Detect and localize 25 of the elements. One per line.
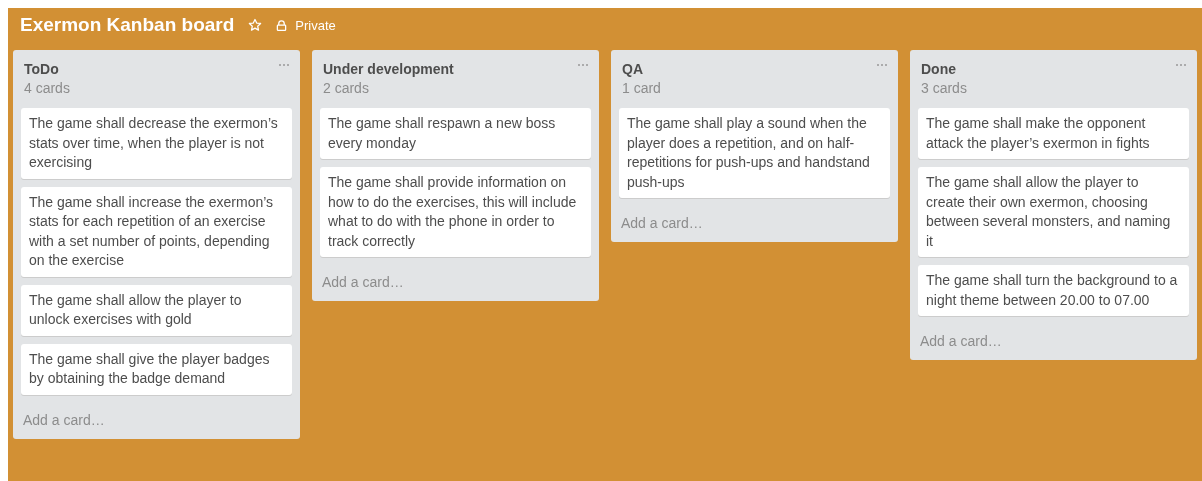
task-card[interactable]: The game shall give the player badges by obtaining the badge demand <box>21 343 292 395</box>
task-card[interactable]: The game shall provide information on how to do the exercises, this will include what to do with the phone in order to track correctly <box>320 167 591 257</box>
card-count: 2 cards <box>323 79 370 98</box>
board-title: Exermon Kanban board <box>20 14 235 36</box>
task-card[interactable]: The game shall play a sound when the player does a repetition, and on half-repetitions for push-ups and handstand push-ups <box>619 108 890 198</box>
list-title: ToDo <box>24 60 59 78</box>
task-card[interactable]: The game shall increase the exermon’s stats for each repetition of an exercise with a set number of points, depending on the exercise <box>21 186 292 277</box>
more-icon[interactable] <box>1175 63 1187 67</box>
list-title: Done <box>921 60 956 78</box>
star-icon[interactable] <box>248 18 263 32</box>
card-count: 4 cards <box>24 79 71 98</box>
card-count: 3 cards <box>921 79 968 98</box>
task-card[interactable]: The game shall respawn a new boss every monday <box>320 108 591 159</box>
task-card[interactable]: The game shall turn the background to a night theme between 20.00 to 07.00 <box>918 265 1189 316</box>
task-card[interactable]: The game shall decrease the exermon’s stats over time, when the player is not exercising <box>21 108 292 179</box>
task-card[interactable]: The game shall make the opponent attack the player’s exermon in fights <box>918 108 1189 159</box>
task-card[interactable]: The game shall allow the player to create their own exermon, choosing between several monsters, and naming it <box>918 167 1189 257</box>
list-title: Under development <box>323 60 454 78</box>
card-count: 1 card <box>622 79 662 98</box>
more-icon[interactable] <box>278 63 290 67</box>
more-icon[interactable] <box>577 63 589 67</box>
more-icon[interactable] <box>876 63 888 67</box>
lock-icon <box>276 19 288 31</box>
task-card[interactable]: The game shall allow the player to unlock exercises with gold <box>21 284 292 336</box>
list-title: QA <box>622 60 643 78</box>
